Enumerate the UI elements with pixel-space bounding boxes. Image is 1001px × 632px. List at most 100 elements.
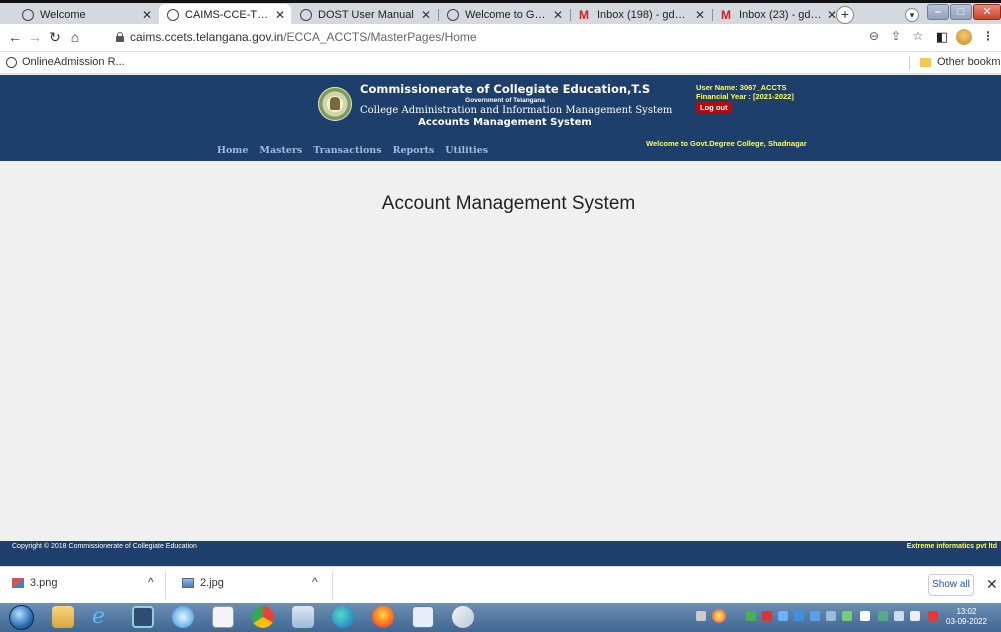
internet-explorer-icon[interactable]: e (92, 606, 114, 628)
tab-search-button[interactable]: ▾ (905, 8, 919, 22)
download-divider (332, 571, 333, 600)
menu-kebab-icon[interactable]: ⋮ (980, 29, 996, 43)
nav-home[interactable]: Home (217, 145, 248, 156)
telangana-emblem-logo (318, 87, 352, 121)
edge-icon[interactable] (332, 606, 354, 628)
reload-icon[interactable]: ↻ (46, 28, 64, 46)
main-nav: Home Masters Transactions Reports Utilit… (217, 145, 488, 156)
copyright-text: Copyright © 2018 Commissionerate of Coll… (12, 543, 197, 550)
system-title: College Administration and Information M… (360, 105, 673, 116)
other-bookmarks-label: Other bookmarks (937, 56, 1001, 68)
tab-inbox-198[interactable]: M Inbox (198) - gdc.shadnag ✕ (571, 4, 711, 26)
gmail-icon: M (579, 8, 589, 22)
tray-icon[interactable] (810, 611, 820, 621)
tab-welcome[interactable]: Welcome ✕ (14, 4, 158, 26)
network-icon[interactable] (894, 611, 904, 621)
profile-avatar[interactable] (956, 29, 972, 45)
paint-icon[interactable] (452, 606, 474, 628)
word-icon[interactable] (412, 606, 434, 628)
page-title: Account Management System (381, 193, 636, 214)
download-divider (165, 571, 166, 600)
address-bar[interactable]: caims.ccets.telangana.gov.in/ECCA_ACCTS/… (130, 30, 477, 44)
tray-icon[interactable] (826, 611, 836, 621)
side-panel-icon[interactable]: ◧ (934, 29, 950, 45)
windows-taskbar: e 13:02 03-09-2022 (0, 603, 1001, 632)
tray-icon[interactable] (762, 611, 772, 621)
maximize-button[interactable]: □ (950, 4, 972, 20)
site-footer: Copyright © 2018 Commissionerate of Coll… (0, 541, 1001, 566)
globe-icon (167, 9, 179, 21)
home-icon[interactable]: ⌂ (66, 28, 84, 46)
firefox-icon[interactable] (372, 606, 394, 628)
tab-caims[interactable]: CAIMS-CCE-TS-IND ✕ (159, 4, 291, 26)
close-icon[interactable]: ✕ (275, 8, 285, 22)
accounts-title: Accounts Management System (418, 117, 592, 128)
download-item[interactable]: 2.jpg (182, 577, 224, 589)
close-icon[interactable]: ✕ (553, 8, 563, 22)
start-button[interactable] (9, 605, 34, 630)
tray-icon[interactable] (794, 611, 804, 621)
bookmark-label: OnlineAdmission R... (22, 56, 125, 68)
image-file-icon (12, 578, 24, 588)
show-all-button[interactable]: Show all (928, 574, 974, 596)
close-icon[interactable]: ✕ (986, 576, 998, 593)
user-info: User Name: 3067_ACCTS Financial Year : [… (696, 83, 794, 101)
download-item[interactable]: 3.png (12, 577, 58, 589)
financial-year: Financial Year : [2021-2022] (696, 92, 794, 101)
file-explorer-icon[interactable] (52, 606, 74, 628)
bookmarks-bar: OnlineAdmission R... Other bookmarks (0, 52, 1001, 74)
app-icon[interactable] (172, 606, 194, 628)
tab-title: Welcome to Govt.Degree (465, 9, 549, 21)
zoom-icon[interactable]: ⊖ (866, 29, 882, 43)
gmail-icon: M (721, 8, 731, 22)
new-tab-button[interactable]: + (836, 6, 854, 24)
clock-time: 13:02 (956, 607, 977, 616)
user-name: User Name: 3067_ACCTS (696, 83, 787, 92)
chevron-up-icon[interactable]: ^ (148, 575, 154, 589)
globe-icon (22, 9, 34, 21)
close-icon[interactable]: ✕ (421, 8, 431, 22)
forward-arrow-icon[interactable]: → (26, 28, 44, 46)
tray-icon[interactable] (842, 611, 852, 621)
share-icon[interactable]: ⇪ (888, 29, 904, 43)
tab-dost-manual[interactable]: DOST User Manual ✕ (292, 4, 437, 26)
vendor-credit: Extreme informatics pvt ltd (906, 543, 997, 550)
window-close-button[interactable]: ✕ (973, 4, 1001, 20)
url-host: caims.ccets.telangana.gov.in (130, 30, 284, 44)
system-clock[interactable]: 13:02 03-09-2022 (946, 607, 987, 627)
tray-icon[interactable] (696, 611, 706, 621)
chevron-up-icon[interactable]: ^ (312, 575, 318, 589)
tray-icon[interactable] (778, 611, 788, 621)
bookmark-online-admission[interactable]: OnlineAdmission R... (6, 56, 125, 68)
back-arrow-icon[interactable]: ← (6, 28, 24, 46)
tab-title: Welcome (40, 9, 86, 21)
close-icon[interactable]: ✕ (142, 8, 152, 22)
site-header: Commissionerate of Collegiate Education,… (0, 75, 1001, 161)
nav-transactions[interactable]: Transactions (313, 145, 381, 156)
welcome-message: Welcome to Govt.Degree College, Shadnaga… (646, 139, 807, 148)
document-app-icon[interactable] (212, 606, 234, 628)
close-icon[interactable]: ✕ (695, 8, 705, 22)
minimize-button[interactable]: – (927, 4, 949, 20)
browser-toolbar: ← → ↻ ⌂ caims.ccets.telangana.gov.in/ECC… (0, 24, 1001, 52)
nav-reports[interactable]: Reports (393, 145, 435, 156)
tray-icon[interactable] (712, 609, 726, 623)
nav-utilities[interactable]: Utilities (445, 145, 488, 156)
tab-govt-degree[interactable]: Welcome to Govt.Degree ✕ (439, 4, 569, 26)
media-player-icon[interactable] (132, 606, 154, 628)
lock-icon[interactable] (116, 32, 124, 42)
chrome-icon[interactable] (252, 606, 274, 628)
downloads-bar: 3.png ^ 2.jpg ^ Show all ✕ (0, 566, 1001, 603)
other-bookmarks[interactable]: Other bookmarks (920, 56, 1001, 68)
tray-icon[interactable] (878, 611, 888, 621)
logout-button[interactable]: Log out (696, 102, 732, 113)
volume-icon[interactable] (910, 611, 920, 621)
calculator-icon[interactable] (292, 606, 314, 628)
tray-icon[interactable] (746, 611, 756, 621)
star-bookmark-icon[interactable]: ☆ (910, 29, 926, 43)
tray-icon[interactable] (928, 611, 938, 621)
main-content: Account Management System (0, 161, 1001, 541)
flag-icon[interactable] (860, 611, 870, 621)
nav-masters[interactable]: Masters (259, 145, 302, 156)
tab-inbox-23[interactable]: M Inbox (23) - gdcsdnriqacl ✕ (713, 4, 843, 26)
